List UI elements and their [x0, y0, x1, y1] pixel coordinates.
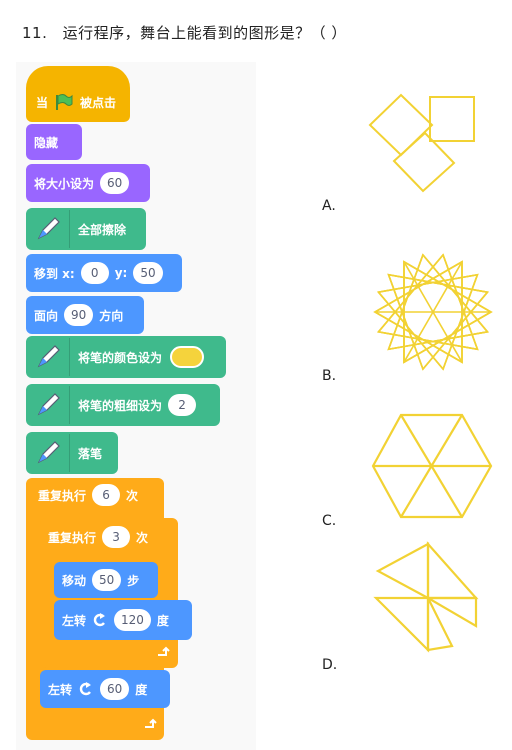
- y-value-input[interactable]: 50: [133, 262, 163, 284]
- hide-block[interactable]: 隐藏: [26, 124, 82, 160]
- pen-size-value-input[interactable]: 2: [168, 394, 197, 416]
- hat-prefix: 当: [36, 95, 49, 110]
- move-suffix: 步: [127, 573, 140, 588]
- question-text: 11. 运行程序，舞台上能看到的图形是？（ ）: [22, 22, 347, 43]
- hat-suffix: 被点击: [80, 95, 117, 110]
- repeat-inner-label: 重复执行: [48, 530, 97, 545]
- option-d-label[interactable]: D.: [322, 657, 337, 673]
- turn-outer-label: 左转: [48, 682, 73, 697]
- hide-label: 隐藏: [34, 135, 59, 150]
- loop-arrow-icon: [158, 646, 170, 656]
- x-value-input[interactable]: 0: [80, 262, 109, 284]
- repeat-inner-suffix: 次: [136, 530, 149, 545]
- goto-xy-block[interactable]: 移到 x: 0 y: 50: [26, 254, 182, 292]
- pen-icon: [26, 386, 70, 424]
- set-pen-color-block[interactable]: 将笔的颜色设为: [26, 336, 226, 378]
- pen-icon: [26, 338, 70, 376]
- pen-color-swatch[interactable]: [170, 346, 205, 368]
- move-steps-block[interactable]: 移动 50 步: [54, 562, 158, 598]
- turn-left-inner-block[interactable]: 左转 120 度: [54, 600, 192, 640]
- pen-icon: [26, 210, 70, 248]
- direction-label: 面向: [34, 308, 59, 323]
- option-c-label[interactable]: C.: [322, 513, 336, 529]
- pen-down-label: 落笔: [78, 446, 103, 461]
- turn-left-outer-block[interactable]: 左转 60 度: [40, 670, 170, 708]
- clear-block[interactable]: 全部擦除: [26, 208, 146, 250]
- pen-size-label: 将笔的粗细设为: [78, 398, 163, 413]
- option-a-label[interactable]: A.: [322, 198, 336, 214]
- turn-outer-suffix: 度: [135, 682, 148, 697]
- move-steps-input[interactable]: 50: [92, 569, 122, 591]
- direction-suffix: 方向: [99, 308, 124, 323]
- set-size-label: 将大小设为: [34, 176, 95, 191]
- turn-inner-label: 左转: [62, 613, 87, 628]
- pen-down-block[interactable]: 落笔: [26, 432, 118, 474]
- turn-outer-degrees-input[interactable]: 60: [100, 678, 130, 700]
- when-flag-clicked-block[interactable]: 当 被点击: [26, 66, 130, 122]
- option-a-figure: [368, 93, 475, 193]
- option-c-figure: [371, 413, 493, 519]
- set-pen-size-block[interactable]: 将笔的粗细设为 2: [26, 384, 220, 426]
- rotate-left-icon: [79, 682, 92, 696]
- turn-inner-suffix: 度: [156, 613, 169, 628]
- green-flag-icon: [56, 94, 73, 110]
- question-body: 运行程序，舞台上能看到的图形是？（ ）: [62, 24, 347, 42]
- turn-inner-degrees-input[interactable]: 120: [114, 609, 151, 631]
- clear-label: 全部擦除: [78, 222, 127, 237]
- repeat-outer-suffix: 次: [126, 488, 139, 503]
- size-value-input[interactable]: 60: [100, 172, 130, 194]
- repeat-outer-label: 重复执行: [38, 488, 87, 503]
- rotate-left-icon: [93, 613, 106, 627]
- set-size-block[interactable]: 将大小设为 60: [26, 164, 150, 202]
- option-d-figure: [373, 541, 479, 653]
- repeat-outer-count[interactable]: 6: [92, 484, 121, 506]
- goto-y-label: y:: [114, 266, 128, 280]
- option-b-figure: [373, 253, 493, 371]
- question-number: 11.: [22, 24, 48, 42]
- option-b-label[interactable]: B.: [322, 368, 336, 384]
- point-direction-block[interactable]: 面向 90 方向: [26, 296, 144, 334]
- move-label: 移动: [62, 573, 87, 588]
- loop-arrow-icon: [145, 718, 157, 728]
- pen-color-label: 将笔的颜色设为: [78, 350, 163, 365]
- repeat-inner-count[interactable]: 3: [102, 526, 131, 548]
- goto-x-label: 移到 x:: [34, 266, 75, 281]
- direction-value-input[interactable]: 90: [64, 304, 94, 326]
- pen-icon: [26, 434, 70, 472]
